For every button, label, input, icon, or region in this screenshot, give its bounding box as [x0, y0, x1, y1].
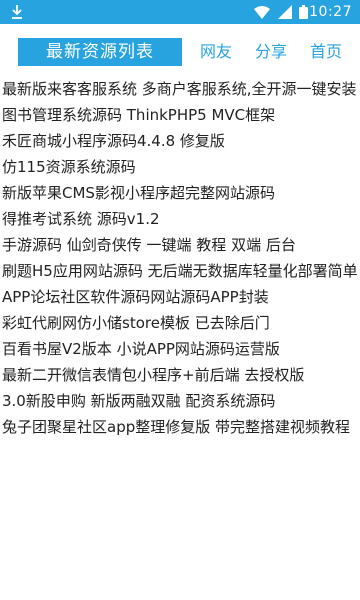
nav-friends[interactable]: 网友	[200, 40, 232, 64]
list-item[interactable]: 3.0新股申购 新版两融双融 配资系统源码	[0, 388, 358, 414]
list-item[interactable]: 新版苹果CMS影视小程序超完整网站源码	[0, 180, 358, 206]
list-item[interactable]: 彩虹代刷网仿小储store模板 已去除后门	[0, 310, 358, 336]
wifi-icon	[254, 6, 270, 19]
status-time: 10:27	[309, 4, 352, 20]
list-item[interactable]: 百看书屋V2版本 小说APP网站源码运营版	[0, 336, 358, 362]
status-bar: 10:27	[0, 0, 360, 24]
list-item[interactable]: 禾匠商城小程序源码4.4.8 修复版	[0, 128, 358, 154]
header: 最新资源列表 网友 分享 首页	[0, 24, 360, 74]
resource-list: 最新版来客客服系统 多商户客服系统,全开源一键安装 图书管理系统源码 Think…	[0, 76, 360, 440]
list-item[interactable]: 兔子团聚星社区app整理修复版 带完整搭建视频教程	[0, 414, 358, 440]
page-title: 最新资源列表	[18, 38, 182, 66]
battery-icon	[299, 5, 308, 19]
download-icon	[12, 5, 22, 19]
list-item[interactable]: APP论坛社区软件源码网站源码APP封装	[0, 284, 358, 310]
cellular-signal-icon	[278, 5, 292, 19]
list-item[interactable]: 得推考试系统 源码v1.2	[0, 206, 358, 232]
list-item[interactable]: 仿115资源系统源码	[0, 154, 358, 180]
nav-home[interactable]: 首页	[310, 40, 342, 64]
list-item[interactable]: 最新版来客客服系统 多商户客服系统,全开源一键安装	[0, 76, 358, 102]
nav-share[interactable]: 分享	[255, 40, 287, 64]
list-item[interactable]: 图书管理系统源码 ThinkPHP5 MVC框架	[0, 102, 358, 128]
list-item[interactable]: 手游源码 仙剑奇侠传 一键端 教程 双端 后台	[0, 232, 358, 258]
list-item[interactable]: 最新二开微信表情包小程序+前后端 去授权版	[0, 362, 358, 388]
list-item[interactable]: 刷题H5应用网站源码 无后端无数据库轻量化部署简单	[0, 258, 358, 284]
